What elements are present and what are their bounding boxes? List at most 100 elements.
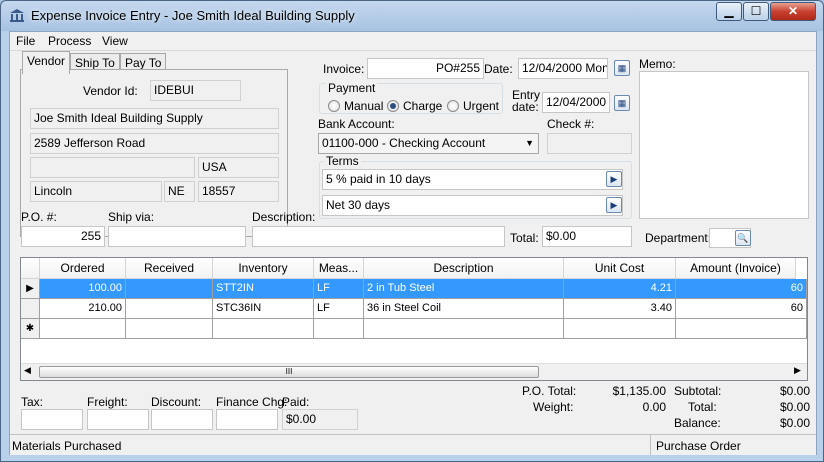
- vendor-city-field[interactable]: Lincoln: [30, 181, 162, 202]
- cell-unit-cost[interactable]: 4.21: [564, 279, 676, 299]
- cell-received[interactable]: [126, 279, 213, 299]
- menu-file[interactable]: File: [16, 34, 35, 48]
- title-bar[interactable]: Expense Invoice Entry - Joe Smith Ideal …: [1, 1, 823, 31]
- cell-inventory[interactable]: [213, 319, 314, 339]
- status-divider: [650, 435, 651, 455]
- col-inventory[interactable]: Inventory: [213, 258, 314, 279]
- date-label: Date:: [484, 62, 513, 76]
- discount-field[interactable]: [151, 409, 213, 430]
- menu-bar: File Process View: [10, 32, 816, 51]
- col-received[interactable]: Received: [126, 258, 213, 279]
- check-field[interactable]: [547, 133, 632, 154]
- status-left: Materials Purchased: [12, 439, 122, 453]
- tax-field[interactable]: [21, 409, 83, 430]
- freight-field[interactable]: [87, 409, 149, 430]
- total-field[interactable]: $0.00: [542, 226, 632, 247]
- cell-ordered[interactable]: 100.00: [40, 279, 126, 299]
- chevron-right-icon[interactable]: ▶: [606, 171, 622, 187]
- cell-description[interactable]: [364, 319, 564, 339]
- cell-amount[interactable]: [676, 319, 807, 339]
- status-right: Purchase Order: [656, 439, 741, 453]
- line-items-grid[interactable]: Ordered Received Inventory Meas... Descr…: [20, 257, 808, 381]
- col-unit-cost[interactable]: Unit Cost: [564, 258, 676, 279]
- radio-manual-label: Manual: [344, 99, 384, 113]
- bank-account-select[interactable]: 01100-000 - Checking Account ▼: [318, 133, 539, 154]
- search-icon[interactable]: 🔍: [735, 230, 751, 246]
- row-marker: [21, 299, 40, 319]
- vendor-address2-field[interactable]: [30, 157, 195, 178]
- calendar-icon[interactable]: ▦: [614, 95, 630, 111]
- vendor-id-field[interactable]: IDEBUI: [150, 80, 241, 101]
- cell-ordered[interactable]: 210.00: [40, 299, 126, 319]
- cell-amount[interactable]: 60: [676, 299, 807, 319]
- scroll-thumb[interactable]: III: [39, 366, 539, 378]
- horizontal-scrollbar[interactable]: ◀ III ▶: [21, 363, 807, 380]
- window-title: Expense Invoice Entry - Joe Smith Ideal …: [31, 8, 355, 23]
- col-description[interactable]: Description: [364, 258, 564, 279]
- col-ordered[interactable]: Ordered: [40, 258, 126, 279]
- terms-label: Terms: [324, 154, 361, 168]
- radio-charge-label: Charge: [403, 99, 443, 113]
- po-field[interactable]: 255: [21, 226, 105, 247]
- entry-date-field[interactable]: 12/04/2000: [542, 92, 610, 113]
- vendor-name-field[interactable]: Joe Smith Ideal Building Supply: [30, 108, 279, 129]
- cell-inventory[interactable]: STC36IN: [213, 299, 314, 319]
- scroll-right-icon[interactable]: ▶: [794, 365, 801, 376]
- description-field[interactable]: [252, 226, 505, 247]
- vendor-zip-field[interactable]: 18557: [198, 181, 279, 202]
- radio-charge[interactable]: [387, 100, 399, 112]
- radio-manual[interactable]: [328, 100, 340, 112]
- minimize-button[interactable]: ▁: [716, 2, 742, 21]
- entry-date-label-2: date:: [512, 100, 539, 114]
- balance-label: Balance:: [674, 416, 721, 430]
- cell-unit-cost[interactable]: 3.40: [564, 299, 676, 319]
- col-measure[interactable]: Meas...: [314, 258, 364, 279]
- invoice-label: Invoice:: [323, 62, 365, 76]
- terms-line1[interactable]: 5 % paid in 10 days: [322, 169, 623, 190]
- po-label: P.O. #:: [21, 210, 57, 224]
- menu-view[interactable]: View: [102, 34, 128, 48]
- cell-measure[interactable]: [314, 319, 364, 339]
- calendar-icon[interactable]: ▦: [614, 60, 630, 76]
- menu-process[interactable]: Process: [48, 34, 91, 48]
- vendor-state-field[interactable]: NE: [164, 181, 195, 202]
- terms-line2-text: Net 30 days: [326, 198, 391, 212]
- po-total-label: P.O. Total:: [522, 384, 577, 398]
- memo-field[interactable]: [639, 71, 809, 219]
- subtotal-label: Subtotal:: [674, 384, 722, 398]
- cell-received[interactable]: [126, 319, 213, 339]
- app-window: Expense Invoice Entry - Joe Smith Ideal …: [0, 0, 824, 462]
- close-button[interactable]: ✕: [770, 2, 816, 21]
- status-bar: Materials Purchased Purchase Order: [10, 434, 816, 455]
- tax-label: Tax:: [21, 395, 44, 409]
- po-total-value: $1,135.00: [612, 384, 666, 398]
- col-amount[interactable]: Amount (Invoice): [676, 258, 796, 279]
- vendor-address1-field[interactable]: 2589 Jefferson Road: [30, 133, 279, 154]
- cell-amount[interactable]: 60: [676, 279, 807, 299]
- terms-line2[interactable]: Net 30 days: [322, 195, 623, 216]
- chevron-right-icon[interactable]: ▶: [606, 197, 622, 213]
- scroll-left-icon[interactable]: ◀: [24, 365, 31, 376]
- ship-via-field[interactable]: [108, 226, 246, 247]
- cell-inventory[interactable]: STT2IN: [213, 279, 314, 299]
- cell-ordered[interactable]: [40, 319, 126, 339]
- department-label: Department:: [645, 231, 712, 245]
- cell-description[interactable]: 36 in Steel Coil: [364, 299, 564, 319]
- radio-urgent-label: Urgent: [463, 99, 500, 113]
- row-marker: ✱: [21, 319, 40, 339]
- radio-urgent[interactable]: [447, 100, 459, 112]
- date-field[interactable]: 12/04/2000 Mon: [518, 58, 608, 79]
- maximize-button[interactable]: ☐: [743, 2, 769, 21]
- tab-vendor[interactable]: Vendor: [22, 51, 71, 74]
- cell-description[interactable]: 2 in Tub Steel: [364, 279, 564, 299]
- cell-unit-cost[interactable]: [564, 319, 676, 339]
- invoice-field[interactable]: PO#255: [367, 58, 484, 79]
- freight-label: Freight:: [87, 395, 128, 409]
- cell-measure[interactable]: LF: [314, 279, 364, 299]
- finance-charge-field[interactable]: [216, 409, 278, 430]
- vendor-country-field[interactable]: USA: [198, 157, 279, 178]
- chevron-down-icon: ▼: [525, 138, 534, 148]
- memo-label: Memo:: [639, 57, 676, 71]
- cell-measure[interactable]: LF: [314, 299, 364, 319]
- cell-received[interactable]: [126, 299, 213, 319]
